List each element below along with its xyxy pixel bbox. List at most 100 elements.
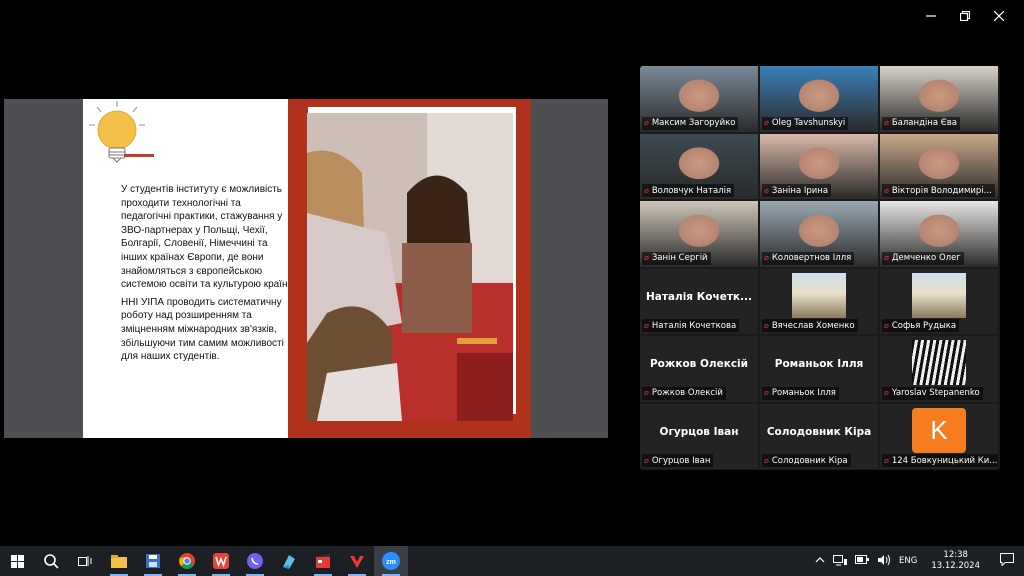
restore-button[interactable]	[948, 6, 982, 26]
muted-mic-icon: ⌀	[764, 455, 769, 465]
participant-name-label: ⌀ Рожков Олексій	[642, 386, 726, 400]
participant-tile[interactable]: ⌀ Воловчук Наталія	[640, 133, 758, 199]
chrome-button[interactable]	[170, 546, 204, 576]
video-editor-button[interactable]	[306, 546, 340, 576]
participants-gallery: ⌀ Максим Загоруйко ⌀ Oleg Tavshunskyi ⌀ Балан…	[640, 66, 1000, 470]
video-editor-icon	[316, 554, 330, 568]
participant-name: Максим Загоруйко	[651, 118, 736, 128]
participant-name: Yaroslav Stepanenko	[891, 388, 980, 398]
participant-tile[interactable]: ⌀ Демченко Олег	[880, 201, 998, 267]
notifications-button[interactable]	[990, 553, 1024, 569]
volume-button[interactable]	[873, 554, 895, 569]
participant-tile[interactable]: ⌀ Заніна Ірина	[760, 133, 878, 199]
shared-screen[interactable]: У студентів інституту є можливість прохо…	[4, 99, 608, 438]
presentation-slide: У студентів інституту є можливість прохо…	[83, 99, 531, 438]
participant-avatar	[912, 272, 966, 318]
chevron-up-button[interactable]	[811, 556, 829, 566]
search-icon	[43, 553, 59, 569]
participant-tile[interactable]: K ⌀ 124 Бовкуницький Ки...	[880, 403, 998, 469]
participant-avatar	[792, 272, 846, 318]
muted-mic-icon: ⌀	[884, 388, 889, 397]
participant-tile[interactable]: Солодовник Кіра ⌀ Солодовник Кіра	[760, 403, 878, 469]
participant-name: Коловертнов Ілля	[771, 253, 852, 263]
participant-tile[interactable]: ⌀ Yaroslav Stepanenko	[880, 336, 998, 402]
clock[interactable]: 12:38 13.12.2024	[921, 550, 990, 572]
viber-button[interactable]	[238, 546, 272, 576]
participant-name: 124 Бовкуницький Ки...	[891, 455, 998, 466]
participant-tile[interactable]: Наталія Кочетк... ⌀ Наталія Кочеткова	[640, 268, 758, 334]
participant-name: Романьок Ілля	[771, 388, 836, 398]
participant-tile[interactable]: ⌀ Максим Загоруйко	[640, 66, 758, 132]
participant-tile[interactable]: Романьок Ілля ⌀ Романьок Ілля	[760, 336, 878, 402]
minimize-icon	[926, 15, 936, 17]
muted-mic-icon: ⌀	[884, 320, 889, 330]
chrome-icon	[179, 553, 195, 569]
file-explorer-button[interactable]	[102, 546, 136, 576]
participant-tile[interactable]: Рожков Олексій ⌀ Рожков Олексій	[640, 336, 758, 402]
battery-icon	[855, 555, 869, 564]
battery-button[interactable]	[851, 555, 873, 567]
network-button[interactable]	[829, 554, 851, 569]
clock-date: 13.12.2024	[931, 561, 980, 571]
participant-name-label: ⌀ Огурцов Іван	[642, 454, 714, 467]
participant-display-name: Солодовник Кіра	[766, 425, 872, 438]
accent-line	[124, 154, 154, 157]
participant-tile[interactable]: Огурцов Іван ⌀ Огурцов Іван	[640, 403, 758, 469]
close-icon	[994, 11, 1004, 21]
participant-name: Oleg Tavshunskyi	[771, 118, 846, 128]
participant-name-label: ⌀ Баландіна Єва	[882, 116, 960, 130]
participant-name: Солодовник Кіра	[771, 455, 848, 466]
muted-mic-icon: ⌀	[884, 118, 889, 127]
participant-tile[interactable]: ⌀ Коловертнов Ілля	[760, 201, 878, 267]
taskbar: zm ENG 12:38 13.12.2024	[0, 546, 1024, 576]
participant-avatar	[912, 340, 966, 385]
participant-name-label: ⌀ Заніна Ірина	[762, 184, 832, 197]
participant-name: Софья Рудыка	[891, 320, 957, 331]
participant-display-name: Огурцов Іван	[659, 425, 739, 438]
task-view-icon	[78, 556, 92, 566]
save-app-button[interactable]	[136, 546, 170, 576]
volume-icon	[878, 554, 890, 565]
slide-photo	[307, 113, 513, 421]
participant-name-label: ⌀ Наталія Кочеткова	[642, 319, 740, 332]
notepad-button[interactable]	[272, 546, 306, 576]
clock-time: 12:38	[943, 550, 968, 560]
participant-name: Наталія Кочеткова	[651, 320, 737, 331]
windows-start-icon	[10, 554, 24, 568]
participant-name-label: ⌀ Демченко Олег	[882, 251, 964, 265]
system-tray: ENG 12:38 13.12.2024	[811, 546, 1024, 576]
muted-mic-icon: ⌀	[644, 455, 649, 465]
restore-icon	[960, 11, 970, 21]
svg-text:zm: zm	[386, 559, 396, 566]
muted-mic-icon: ⌀	[644, 118, 649, 127]
language-indicator[interactable]: ENG	[895, 556, 921, 566]
participant-tile[interactable]: ⌀ Вікторія Володимирі...	[880, 133, 998, 199]
close-button[interactable]	[982, 6, 1016, 26]
notepad-icon	[283, 555, 295, 569]
participant-name-label: ⌀ Солодовник Кіра	[762, 454, 851, 467]
slide-text: У студентів інституту є можливість прохо…	[121, 183, 291, 368]
participant-tile[interactable]: ⌀ Занін Сергій	[640, 201, 758, 267]
participant-name-label: ⌀ Oleg Tavshunskyi	[762, 116, 849, 130]
search-button[interactable]	[34, 546, 68, 576]
slide-paragraph-2: ННІ УІПА проводить систематичну роботу н…	[121, 296, 284, 363]
start-button[interactable]	[0, 546, 34, 576]
slide-paragraph-1: У студентів інституту є можливість прохо…	[121, 184, 291, 291]
viber-icon	[247, 553, 263, 569]
minimize-button[interactable]	[914, 6, 948, 26]
participant-tile[interactable]: ⌀ Баландіна Єва	[880, 66, 998, 132]
zoom-button[interactable]: zm	[374, 546, 408, 576]
save-icon	[146, 554, 160, 568]
participant-name: Занін Сергій	[651, 253, 708, 263]
muted-mic-icon: ⌀	[764, 320, 769, 330]
participant-tile[interactable]: ⌀ Софья Рудыка	[880, 268, 998, 334]
participant-tile[interactable]: ⌀ Oleg Tavshunskyi	[760, 66, 878, 132]
wps-office-button[interactable]	[204, 546, 238, 576]
participant-name-label: ⌀ Yaroslav Stepanenko	[882, 386, 983, 400]
participant-tile[interactable]: ⌀ Вячеслав Хоменко	[760, 268, 878, 334]
participant-display-name: Наталія Кочетк...	[645, 290, 753, 303]
network-icon	[833, 554, 847, 565]
wps-office-icon	[213, 553, 229, 569]
task-view-button[interactable]	[68, 546, 102, 576]
vivaldi-button[interactable]	[340, 546, 374, 576]
